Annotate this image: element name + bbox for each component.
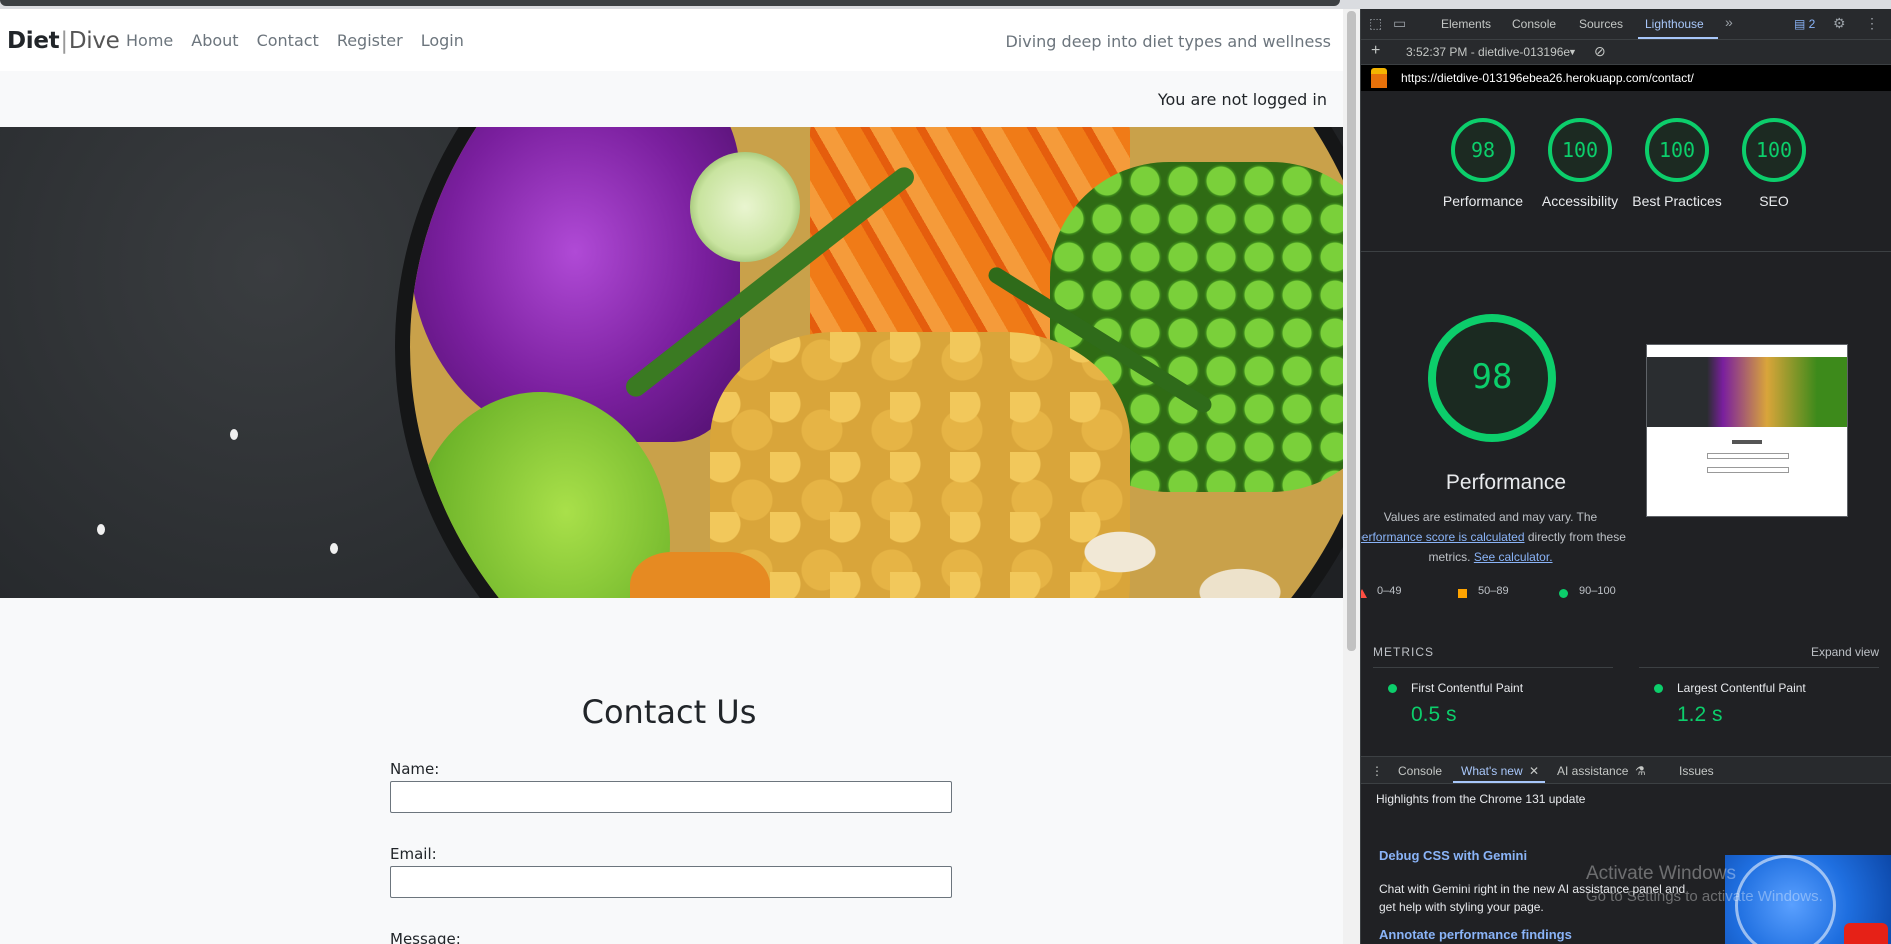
navbar: Diet|Dive Home About Contact Register Lo… [0, 9, 1343, 71]
scrollbar-thumb[interactable] [1347, 11, 1356, 651]
fcp-status-dot [1388, 684, 1397, 693]
lcp-label: Largest Contentful Paint [1677, 681, 1806, 695]
issues-count: 2 [1808, 17, 1816, 31]
desc-line1: Values are estimated and may vary. The [1383, 510, 1598, 524]
contact-title: Contact Us [581, 693, 757, 731]
drawer-tab-issues[interactable]: Issues [1679, 764, 1714, 778]
nav-contact[interactable]: Contact [257, 31, 319, 50]
message-label: Message: [390, 930, 461, 944]
fail-triangle-icon [1361, 589, 1367, 598]
drawer-menu-icon[interactable]: ⋮ [1371, 764, 1383, 778]
site-logo[interactable]: Diet|Dive [7, 28, 120, 54]
performance-score: 98 [1470, 138, 1496, 162]
close-icon[interactable]: ✕ [1529, 764, 1539, 778]
tab-lighthouse[interactable]: Lighthouse [1645, 17, 1704, 31]
web-page: Diet|Dive Home About Contact Register Lo… [0, 9, 1343, 944]
drawer-tab-ai-assistance[interactable]: AI assistance [1557, 764, 1628, 778]
seo-gauge[interactable]: 100 [1742, 118, 1806, 182]
tab-sources[interactable]: Sources [1579, 17, 1623, 31]
contact-section: Contact Us Name: Email: Message: [0, 598, 1343, 944]
tab-elements[interactable]: Elements [1441, 17, 1491, 31]
device-toolbar-icon[interactable]: ▭ [1393, 15, 1406, 32]
accessibility-gauge[interactable]: 100 [1548, 118, 1612, 182]
main-performance-gauge: 98 [1428, 314, 1556, 442]
seo-score: 100 [1755, 138, 1793, 162]
legend-fail: 0–49 [1377, 585, 1402, 597]
youtube-play-icon[interactable] [1844, 923, 1888, 944]
brand-diet: Diet [7, 28, 60, 54]
page-screenshot-thumbnail[interactable] [1646, 344, 1848, 517]
nav-about[interactable]: About [191, 31, 238, 50]
nav-home[interactable]: Home [126, 31, 173, 50]
watermark-line2: Go to Settings to activate Windows. [1586, 888, 1823, 905]
login-status: You are not logged in [1157, 90, 1327, 109]
brand-dive: Dive [68, 28, 120, 54]
see-calculator-link[interactable]: See calculator. [1474, 550, 1553, 564]
best-practices-gauge[interactable]: 100 [1645, 118, 1709, 182]
nav-login[interactable]: Login [421, 31, 464, 50]
expand-view-toggle[interactable]: Expand view [1811, 645, 1879, 659]
lighthouse-toolbar: + 3:52:37 PM - dietdive-013196e ▼ ⊘ [1361, 40, 1891, 65]
performance-title: Performance [1445, 471, 1567, 494]
performance-label: Performance [1442, 193, 1524, 209]
highlights-text: Highlights from the Chrome 131 update [1376, 792, 1586, 806]
browser-top-strip [0, 0, 1891, 9]
devtools-tabbar: ⬚ ▭ Elements Console Sources Lighthouse … [1361, 9, 1891, 40]
best-practices-score: 100 [1658, 138, 1696, 162]
report-url[interactable]: https://dietdive-013196ebea26.herokuapp.… [1401, 71, 1694, 85]
dropdown-arrow-icon[interactable]: ▼ [1568, 47, 1577, 57]
main-performance-score: 98 [1471, 357, 1513, 397]
flask-icon: ⚗ [1635, 764, 1646, 778]
report-url-bar: https://dietdive-013196ebea26.herokuapp.… [1361, 65, 1891, 91]
fcp-label: First Contentful Paint [1411, 681, 1524, 695]
inspect-element-icon[interactable]: ⬚ [1369, 15, 1382, 32]
performance-description: Values are estimated and may vary. The p… [1361, 507, 1628, 567]
lighthouse-logo-icon [1371, 68, 1387, 88]
metrics-heading: METRICS [1373, 645, 1434, 659]
whats-new-title-1[interactable]: Debug CSS with Gemini [1379, 848, 1527, 863]
legend-pass: 90–100 [1579, 585, 1616, 597]
tab-console[interactable]: Console [1512, 17, 1556, 31]
lcp-value: 1.2 s [1677, 703, 1723, 726]
performance-gauge[interactable]: 98 [1451, 118, 1515, 182]
legend-average: 50–89 [1478, 585, 1509, 597]
drawer-tab-console[interactable]: Console [1398, 764, 1442, 778]
name-label: Name: [390, 760, 440, 778]
issues-badge[interactable]: ▤ 2 [1794, 17, 1815, 31]
report-selector[interactable]: 3:52:37 PM - dietdive-013196e [1406, 45, 1570, 59]
plus-icon[interactable]: + [1371, 42, 1380, 60]
windows-activation-watermark: Activate Windows Go to Settings to activ… [1586, 863, 1823, 908]
drawer-tab-whats-new[interactable]: What's new [1461, 764, 1523, 778]
accessibility-label: Accessibility [1541, 193, 1619, 209]
page-scrollbar[interactable] [1343, 9, 1360, 944]
nav-links: Home About Contact Register Login [126, 31, 482, 50]
chevron-double-right-icon[interactable]: » [1725, 14, 1733, 30]
devtools-panel: ⬚ ▭ Elements Console Sources Lighthouse … [1360, 9, 1891, 944]
section-divider [1361, 251, 1891, 252]
hero-image [0, 127, 1343, 598]
accessibility-score: 100 [1561, 138, 1599, 162]
nav-register[interactable]: Register [337, 31, 403, 50]
devtools-drawer: ⋮ Console What's new ✕ AI assistance ⚗ I… [1361, 756, 1891, 944]
more-menu-icon[interactable]: ⋮ [1865, 15, 1879, 32]
clear-icon[interactable]: ⊘ [1594, 43, 1606, 60]
whats-new-title-2[interactable]: Annotate performance findings [1379, 927, 1572, 942]
score-calculated-link[interactable]: performance score is calculated [1361, 530, 1525, 544]
best-practices-label: Best Practices [1632, 193, 1722, 209]
fcp-value: 0.5 s [1411, 703, 1457, 726]
email-label: Email: [390, 845, 437, 863]
drawer-tabbar: ⋮ Console What's new ✕ AI assistance ⚗ I… [1361, 757, 1891, 784]
lcp-status-dot [1654, 684, 1663, 693]
gear-icon[interactable]: ⚙ [1833, 15, 1846, 32]
site-tagline: Diving deep into diet types and wellness [1005, 32, 1331, 51]
brand-separator: | [60, 28, 68, 54]
average-square-icon [1458, 589, 1467, 598]
pass-circle-icon [1559, 589, 1568, 598]
watermark-line1: Activate Windows [1586, 863, 1736, 884]
desc-line3: metrics. [1428, 550, 1474, 564]
name-input[interactable] [390, 781, 952, 813]
desc-line2: directly from these [1524, 530, 1626, 544]
seo-label: SEO [1759, 193, 1789, 209]
email-input[interactable] [390, 866, 952, 898]
